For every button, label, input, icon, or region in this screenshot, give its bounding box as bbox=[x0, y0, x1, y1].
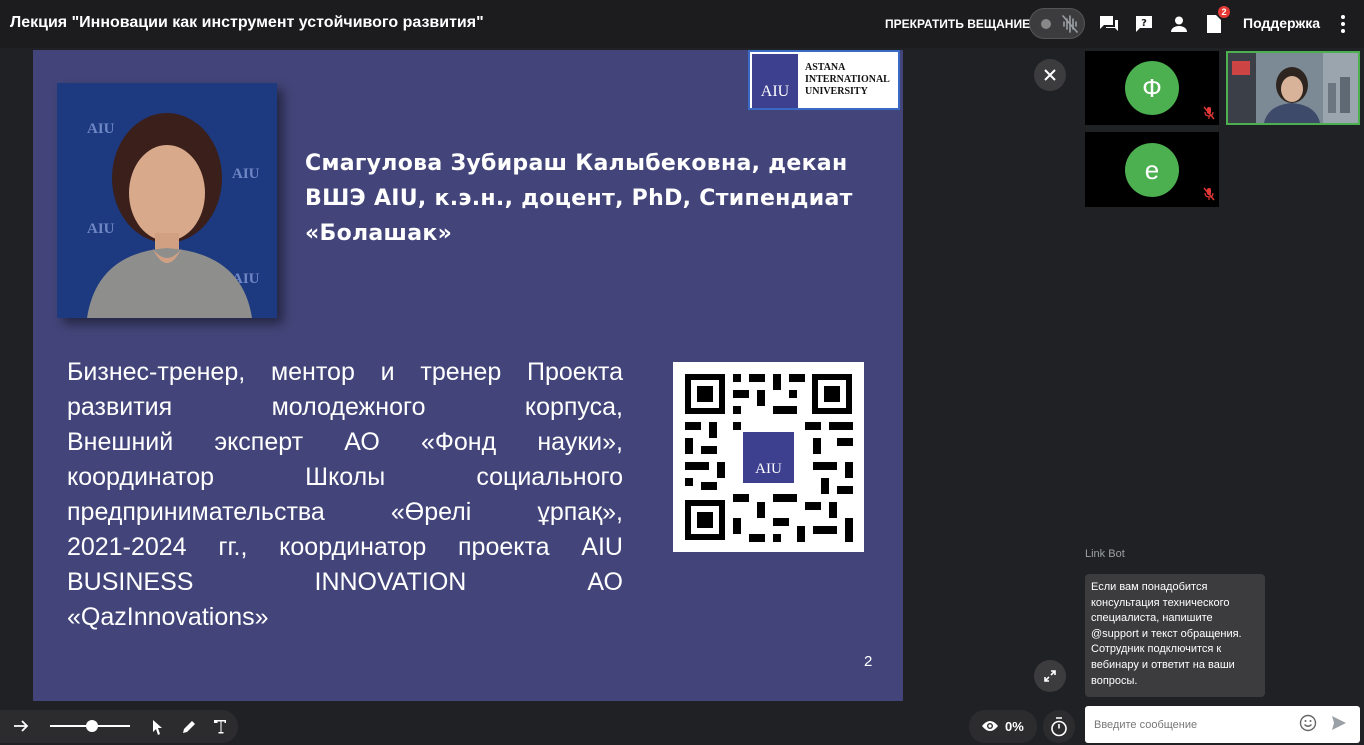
qr-code: AIU bbox=[673, 362, 864, 552]
svg-text:AIU: AIU bbox=[232, 166, 260, 182]
send-icon[interactable] bbox=[1331, 715, 1347, 731]
speaker-name: Смагулова Зубираш Калыбековна, декан ВШЭ… bbox=[305, 151, 853, 246]
svg-text:AIU: AIU bbox=[755, 461, 782, 477]
stop-broadcast-button[interactable]: ПРЕКРАТИТЬ ВЕЩАНИЕ bbox=[885, 17, 1030, 31]
drawing-toolbar bbox=[0, 710, 238, 743]
more-menu-icon[interactable] bbox=[1336, 13, 1350, 35]
participant-tile-1[interactable]: Ф bbox=[1085, 51, 1219, 125]
svg-text:AIU: AIU bbox=[87, 221, 115, 237]
active-speaker-video[interactable] bbox=[1226, 51, 1360, 125]
timer-button[interactable] bbox=[1043, 710, 1075, 743]
webinar-title: Лекция "Инновации как инструмент устойчи… bbox=[10, 14, 484, 31]
record-dot-icon bbox=[1041, 19, 1051, 29]
files-badge: 2 bbox=[1218, 6, 1230, 18]
presentation-slide: AIU AIU AIU AIU AIU ASTANA INTERNATIONAL… bbox=[33, 50, 903, 701]
arrow-right-icon[interactable] bbox=[13, 719, 29, 733]
audio-wave-icon bbox=[1062, 15, 1078, 33]
chat-icon[interactable] bbox=[1098, 13, 1120, 35]
speaker-portrait: AIU AIU AIU AIU bbox=[57, 83, 277, 318]
support-button[interactable]: Поддержка bbox=[1243, 15, 1320, 31]
participant-avatar: е bbox=[1125, 143, 1179, 197]
slider-thumb[interactable] bbox=[86, 720, 98, 732]
text-tool-icon[interactable] bbox=[213, 719, 227, 734]
close-icon bbox=[1044, 69, 1056, 81]
emoji-icon[interactable] bbox=[1299, 714, 1317, 732]
viewers-counter[interactable]: 0% bbox=[969, 710, 1037, 743]
top-bar: Лекция "Инновации как инструмент устойчи… bbox=[0, 0, 1364, 48]
close-presentation-button[interactable] bbox=[1034, 59, 1066, 91]
chat-sender-name: Link Bot bbox=[1085, 548, 1125, 560]
stopwatch-icon bbox=[1051, 716, 1067, 736]
fullscreen-button[interactable] bbox=[1034, 660, 1066, 692]
participant-tile-2[interactable]: е bbox=[1085, 132, 1219, 207]
expand-icon bbox=[1044, 670, 1056, 682]
speaker-video-feed bbox=[1228, 53, 1358, 123]
questions-icon[interactable]: ? bbox=[1133, 13, 1155, 35]
mic-muted-icon bbox=[1203, 106, 1215, 120]
chat-message-input[interactable] bbox=[1085, 706, 1360, 743]
broadcast-toggle[interactable] bbox=[1029, 8, 1085, 39]
viewers-percent: 0% bbox=[1005, 719, 1024, 734]
aiu-logo-mark: AIU bbox=[752, 54, 798, 108]
svg-text:?: ? bbox=[1141, 18, 1147, 29]
chat-message: Если вам понадобится консультация технич… bbox=[1085, 574, 1265, 697]
eye-icon bbox=[982, 721, 998, 731]
pen-icon[interactable] bbox=[181, 719, 197, 735]
participant-avatar: Ф bbox=[1125, 61, 1179, 115]
university-logo: AIU ASTANA INTERNATIONAL UNIVERSITY bbox=[748, 50, 900, 110]
pointer-icon[interactable] bbox=[152, 719, 164, 735]
university-name: ASTANA INTERNATIONAL UNIVERSITY bbox=[805, 62, 890, 97]
slide-page-number: 2 bbox=[864, 653, 873, 670]
participants-icon[interactable] bbox=[1168, 13, 1190, 35]
mic-muted-icon bbox=[1203, 187, 1215, 201]
svg-text:AIU: AIU bbox=[87, 121, 115, 137]
speaker-bio: Бизнес-тренер, ментор и тренер Проекта р… bbox=[67, 358, 623, 631]
